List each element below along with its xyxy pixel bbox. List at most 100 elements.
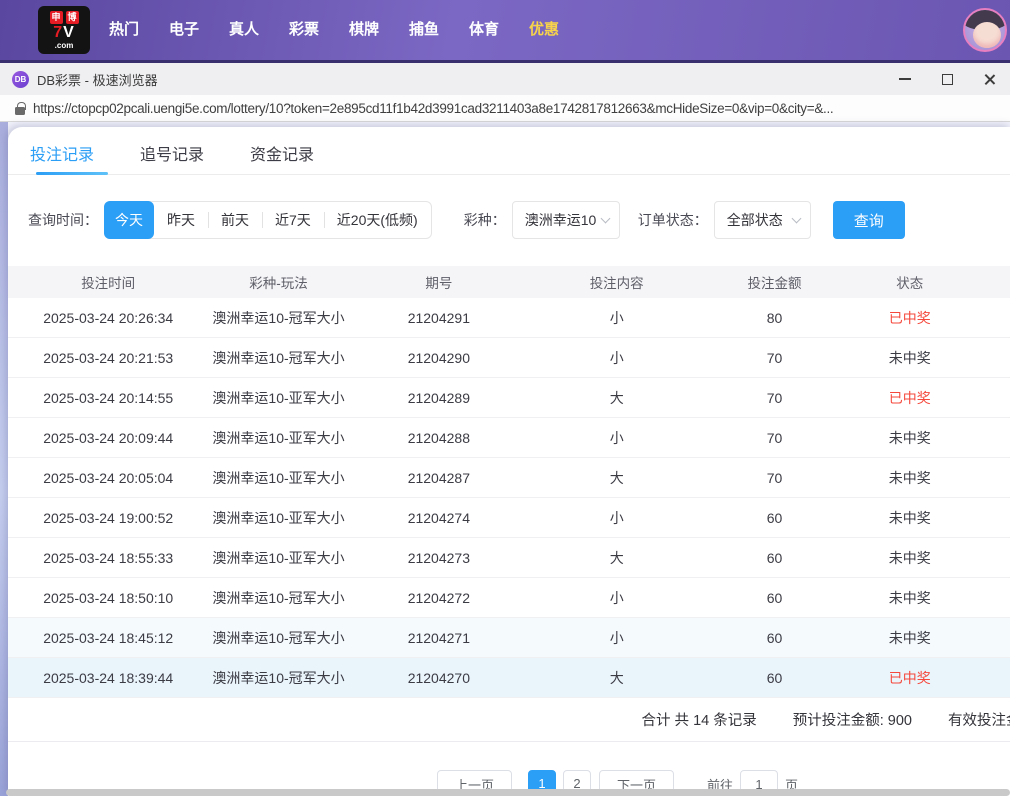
lock-icon[interactable] bbox=[15, 101, 26, 115]
cell-issue-number: 21204273 bbox=[407, 549, 470, 566]
cell-issue-number: 21204291 bbox=[407, 309, 470, 326]
table-row: 2025-03-24 19:00:52 澳洲幸运10-亚军大小 21204274… bbox=[8, 498, 1010, 538]
cell-bet-amount: 60 bbox=[766, 589, 783, 606]
cell-bet-content: 大 bbox=[609, 389, 624, 406]
table-row: 2025-03-24 20:14:55 澳洲幸运10-亚军大小 21204289… bbox=[8, 378, 1010, 418]
nav-item[interactable]: 捕鱼 bbox=[394, 0, 454, 60]
column-header-time: 投注时间 bbox=[81, 276, 136, 291]
cell-bet-amount: 70 bbox=[766, 389, 783, 406]
summary-row: 合计 共 14 条记录 预计投注金额: 900 有效投注金额 bbox=[8, 698, 1010, 742]
logo-badge-left: 申 bbox=[49, 10, 63, 24]
cell-issue-number: 21204271 bbox=[407, 629, 470, 646]
table-row: 2025-03-24 18:50:10 澳洲幸运10-冠军大小 21204272… bbox=[8, 578, 1010, 618]
address-bar[interactable]: https://ctopcp02pcali.uengi5e.com/lotter… bbox=[0, 95, 1010, 122]
cell-bet-content: 小 bbox=[609, 589, 624, 606]
summary-total-records: 合计 共 14 条记录 bbox=[641, 713, 757, 729]
column-header-game: 彩种-玩法 bbox=[249, 276, 308, 291]
cell-bet-amount: 60 bbox=[766, 549, 783, 566]
cell-bet-content: 小 bbox=[609, 629, 624, 646]
cell-game-play: 澳洲幸运10-亚军大小 bbox=[212, 429, 345, 446]
cell-game-play: 澳洲幸运10-冠军大小 bbox=[212, 309, 345, 326]
search-button[interactable]: 查询 bbox=[832, 201, 905, 239]
maximize-button[interactable] bbox=[926, 63, 968, 95]
table-row: 2025-03-24 20:26:34 澳洲幸运10-冠军大小 21204291… bbox=[8, 298, 1010, 338]
cell-bet-amount: 60 bbox=[766, 629, 783, 646]
order-status-select[interactable]: 全部状态 bbox=[713, 201, 811, 239]
cell-bet-amount: 70 bbox=[766, 429, 783, 446]
page-background: 投注记录 追号记录 资金记录 查询时间： 今天 昨天 前天 近7天 近20天(低… bbox=[0, 122, 1010, 796]
cell-bet-amount: 70 bbox=[766, 469, 783, 486]
cell-game-play: 澳洲幸运10-亚军大小 bbox=[212, 549, 345, 566]
browser-favicon: DB bbox=[12, 70, 29, 88]
tab[interactable]: 投注记录 bbox=[30, 141, 109, 175]
cell-issue-number: 21204288 bbox=[407, 429, 470, 446]
status-filter-label: 订单状态： bbox=[637, 212, 708, 228]
url-text: https://ctopcp02pcali.uengi5e.com/lotter… bbox=[33, 100, 834, 116]
time-range-option[interactable]: 昨天 bbox=[154, 202, 208, 238]
column-header-content: 投注内容 bbox=[589, 276, 644, 291]
cell-status: 未中奖 bbox=[888, 509, 931, 526]
window-controls bbox=[884, 63, 1010, 95]
cell-bet-time: 2025-03-24 20:26:34 bbox=[43, 309, 174, 326]
cell-bet-time: 2025-03-24 20:09:44 bbox=[43, 429, 174, 446]
cell-status: 未中奖 bbox=[888, 469, 931, 486]
cell-bet-amount: 60 bbox=[766, 669, 783, 686]
cell-game-play: 澳洲幸运10-冠军大小 bbox=[212, 629, 345, 646]
cell-game-play: 澳洲幸运10-冠军大小 bbox=[212, 349, 345, 366]
table-header: 投注时间 彩种-玩法 期号 投注内容 投注金额 状态 bbox=[8, 266, 1010, 298]
table-row: 2025-03-24 18:55:33 澳洲幸运10-亚军大小 21204273… bbox=[8, 538, 1010, 578]
cell-game-play: 澳洲幸运10-亚军大小 bbox=[212, 469, 345, 486]
time-range-option[interactable]: 今天 bbox=[104, 201, 154, 239]
lottery-select[interactable]: 澳洲幸运10 bbox=[511, 201, 620, 239]
nav-item[interactable]: 彩票 bbox=[274, 0, 334, 60]
summary-valid-amount: 有效投注金额 bbox=[948, 713, 1010, 729]
cell-issue-number: 21204290 bbox=[407, 349, 470, 366]
site-logo[interactable]: 申 博 7V .com bbox=[38, 6, 90, 54]
cell-bet-time: 2025-03-24 18:55:33 bbox=[43, 549, 174, 566]
cell-bet-content: 小 bbox=[609, 349, 624, 366]
logo-badges: 申 博 bbox=[49, 10, 79, 24]
nav-item[interactable]: 优惠 bbox=[514, 0, 574, 60]
nav-item[interactable]: 体育 bbox=[454, 0, 514, 60]
column-header-issue: 期号 bbox=[425, 276, 453, 291]
cell-bet-amount: 80 bbox=[766, 309, 783, 326]
minimize-icon bbox=[899, 78, 911, 80]
nav-item[interactable]: 电子 bbox=[154, 0, 214, 60]
time-filter-label: 查询时间： bbox=[28, 212, 98, 228]
app-window: 申 博 7V .com 热门 电子 真人 彩票 棋牌 捕鱼 体育 优惠 DB D… bbox=[0, 0, 1010, 796]
cell-game-play: 澳洲幸运10-亚军大小 bbox=[212, 509, 345, 526]
time-range-option[interactable]: 近20天(低频) bbox=[323, 202, 431, 238]
horizontal-scrollbar[interactable] bbox=[6, 789, 1010, 796]
cell-game-play: 澳洲幸运10-冠军大小 bbox=[212, 669, 345, 686]
cell-bet-content: 大 bbox=[609, 469, 624, 486]
cell-game-play: 澳洲幸运10-冠军大小 bbox=[212, 589, 345, 606]
tab[interactable]: 资金记录 bbox=[250, 141, 314, 174]
cell-status: 未中奖 bbox=[888, 429, 931, 446]
cell-issue-number: 21204287 bbox=[407, 469, 470, 486]
table-row: 2025-03-24 20:05:04 澳洲幸运10-亚军大小 21204287… bbox=[8, 458, 1010, 498]
browser-titlebar: DB DB彩票 - 极速浏览器 bbox=[0, 60, 1010, 95]
column-header-amount: 投注金额 bbox=[747, 276, 802, 291]
time-range-option[interactable]: 前天 bbox=[208, 202, 262, 238]
nav-item[interactable]: 真人 bbox=[214, 0, 274, 60]
cell-status: 未中奖 bbox=[888, 349, 931, 366]
logo-text: 7V bbox=[53, 23, 75, 41]
cell-status: 未中奖 bbox=[888, 629, 931, 646]
cell-status: 已中奖 bbox=[888, 669, 931, 686]
minimize-button[interactable] bbox=[884, 63, 926, 95]
bet-records-table: 投注时间 彩种-玩法 期号 投注内容 投注金额 状态 2025-03-24 20… bbox=[8, 266, 1010, 698]
user-avatar[interactable] bbox=[963, 8, 1007, 52]
chevron-down-icon bbox=[791, 213, 802, 223]
close-button[interactable] bbox=[968, 63, 1010, 95]
content-card: 投注记录 追号记录 资金记录 查询时间： 今天 昨天 前天 近7天 近20天(低… bbox=[8, 127, 1010, 796]
lottery-select-value: 澳洲幸运10 bbox=[524, 212, 597, 228]
cell-bet-time: 2025-03-24 19:00:52 bbox=[43, 509, 174, 526]
tab[interactable]: 追号记录 bbox=[140, 141, 204, 174]
cell-status: 未中奖 bbox=[888, 589, 931, 606]
nav-item[interactable]: 棋牌 bbox=[334, 0, 394, 60]
nav-item[interactable]: 热门 bbox=[94, 0, 154, 60]
cell-bet-time: 2025-03-24 20:05:04 bbox=[43, 469, 174, 486]
time-range-option[interactable]: 近7天 bbox=[262, 202, 324, 238]
cell-issue-number: 21204270 bbox=[407, 669, 470, 686]
cell-bet-content: 小 bbox=[609, 309, 624, 326]
